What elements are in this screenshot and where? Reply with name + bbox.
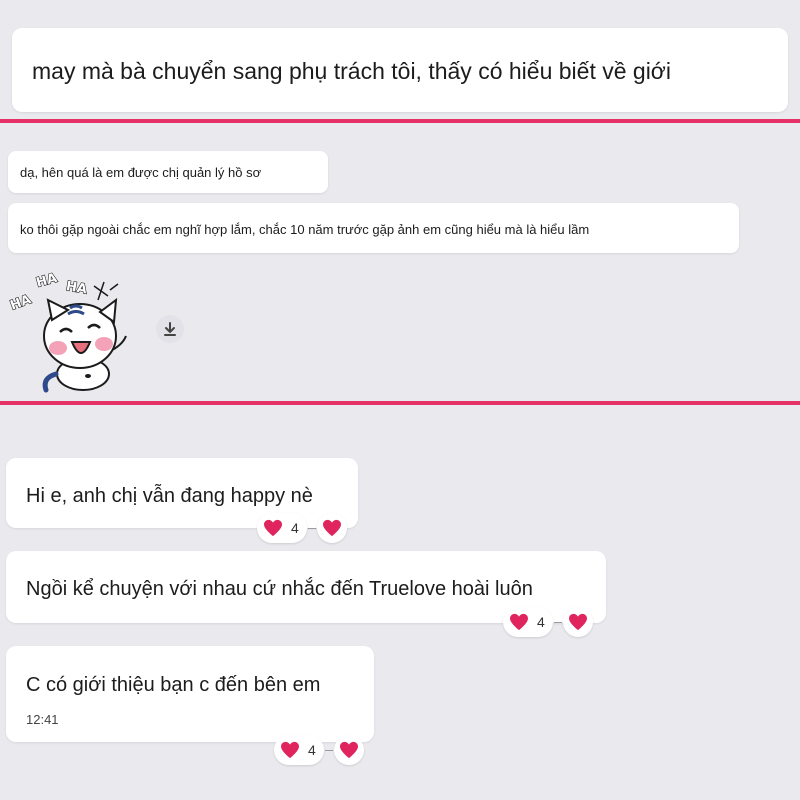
message-text: Ngồi kể chuyện với nhau cứ nhắc đến True… (26, 578, 533, 600)
divider (0, 119, 800, 123)
heart-icon (322, 519, 341, 537)
message-text: ko thôi gặp ngoài chắc em nghĩ hợp lắm, … (20, 222, 590, 237)
reaction-pill[interactable]: 4 (274, 735, 324, 765)
message-timestamp: 12:41 (26, 712, 59, 727)
reaction-count: 4 (291, 520, 299, 536)
heart-icon (339, 741, 358, 759)
message-text: dạ, hên quá là em được chị quản lý hồ sơ (20, 165, 262, 180)
heart-icon (281, 741, 299, 759)
download-icon[interactable] (156, 315, 184, 343)
divider (0, 401, 800, 405)
message-bubble: ko thôi gặp ngoài chắc em nghĩ hợp lắm, … (8, 203, 739, 253)
message-bubble: C có giới thiệu bạn c đến bên em 12:41 (6, 646, 374, 742)
heart-icon (510, 613, 528, 631)
svg-text:HA: HA (8, 292, 33, 313)
message-text: C có giới thiệu bạn c đến bên em (26, 674, 321, 696)
message-text: may mà bà chuyển sang phụ trách tôi, thấ… (32, 58, 672, 84)
reaction-separator (307, 527, 316, 529)
chat-screenshot: may mà bà chuyển sang phụ trách tôi, thấ… (0, 0, 800, 800)
heart-icon (568, 613, 587, 631)
reaction-count: 4 (308, 742, 316, 758)
react-heart-button[interactable] (562, 607, 593, 637)
react-heart-button[interactable] (316, 513, 347, 543)
message-bubble: dạ, hên quá là em được chị quản lý hồ sơ (8, 151, 328, 193)
reaction-pill[interactable]: 4 (503, 607, 553, 637)
reaction-bar: 4 (503, 607, 593, 637)
message-bubble: may mà bà chuyển sang phụ trách tôi, thấ… (12, 28, 788, 112)
svg-text:HA: HA (65, 279, 88, 297)
reaction-separator (553, 621, 562, 623)
message-text: Hi e, anh chị vẫn đang happy nè (26, 485, 313, 507)
reaction-separator (324, 749, 333, 751)
reaction-bar: 4 (274, 735, 364, 765)
reaction-count: 4 (537, 614, 545, 630)
reaction-bar: 4 (257, 513, 347, 543)
reaction-pill[interactable]: 4 (257, 513, 307, 543)
heart-icon (264, 519, 282, 537)
react-heart-button[interactable] (333, 735, 364, 765)
svg-text:HA: HA (35, 271, 59, 291)
cat-sticker[interactable]: HA HA HA (8, 262, 138, 396)
